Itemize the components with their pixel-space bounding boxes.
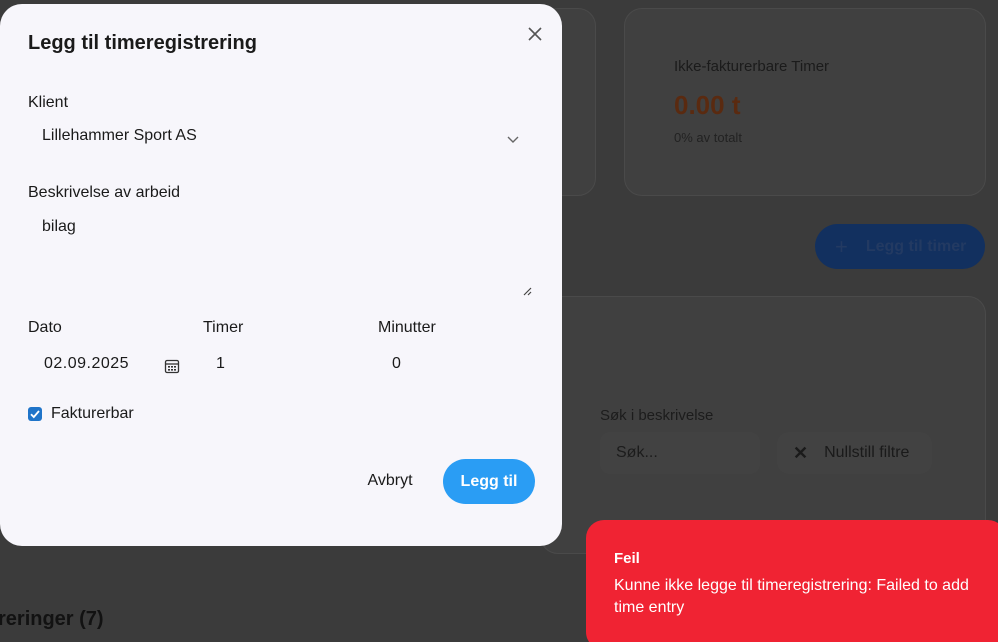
toast-title: Feil <box>614 550 640 567</box>
stat-card-sub: 0% av totalt <box>674 130 742 145</box>
close-icon[interactable] <box>524 24 546 46</box>
reset-filters-button[interactable]: ✕ Nullstill filtre <box>777 432 932 474</box>
calendar-icon[interactable] <box>164 358 180 374</box>
check-icon <box>30 410 40 419</box>
billable-label: Fakturerbar <box>51 405 134 422</box>
description-label: Beskrivelse av arbeid <box>28 184 181 201</box>
dialog-title: Legg til timeregistrering <box>28 32 257 54</box>
client-value: Lillehammer Sport AS <box>42 127 197 144</box>
search-input[interactable]: Søk... <box>600 432 760 474</box>
list-heading: reringer (7) <box>0 608 104 630</box>
stat-card-value: 0.00 t <box>674 90 741 120</box>
description-textarea[interactable]: bilag <box>28 208 536 300</box>
description-value: bilag <box>42 218 76 235</box>
chevron-down-icon <box>507 136 519 143</box>
close-icon: ✕ <box>793 442 809 463</box>
hours-input[interactable]: 1 <box>200 346 360 386</box>
add-hours-label: Legg til timer <box>865 237 967 255</box>
billable-checkbox[interactable] <box>28 407 42 421</box>
filter-panel <box>540 296 986 554</box>
toast-message: Kunne ikke legge til timeregistrering: F… <box>614 577 969 616</box>
client-label: Klient <box>28 94 69 111</box>
hours-label: Timer <box>203 319 244 336</box>
client-select[interactable]: Lillehammer Sport AS <box>28 118 536 162</box>
error-toast[interactable]: Feil Kunne ikke legge til timeregistreri… <box>586 520 998 642</box>
cancel-button[interactable]: Avbryt <box>350 460 430 502</box>
add-time-entry-dialog: Legg til timeregistrering Klient Lilleha… <box>0 4 562 546</box>
add-hours-button[interactable]: + Legg til timer <box>815 224 985 269</box>
minutes-label: Minutter <box>378 319 436 336</box>
reset-filters-label: Nullstill filtre <box>824 444 910 461</box>
stat-card-label: Ikke-fakturerbare Timer <box>674 58 830 75</box>
resize-handle-icon[interactable] <box>522 286 532 296</box>
plus-icon: + <box>835 233 848 259</box>
submit-button[interactable]: Legg til <box>443 459 535 504</box>
date-label: Dato <box>28 319 62 336</box>
search-label: Søk i beskrivelse <box>600 407 714 424</box>
minutes-input[interactable]: 0 <box>376 346 536 386</box>
